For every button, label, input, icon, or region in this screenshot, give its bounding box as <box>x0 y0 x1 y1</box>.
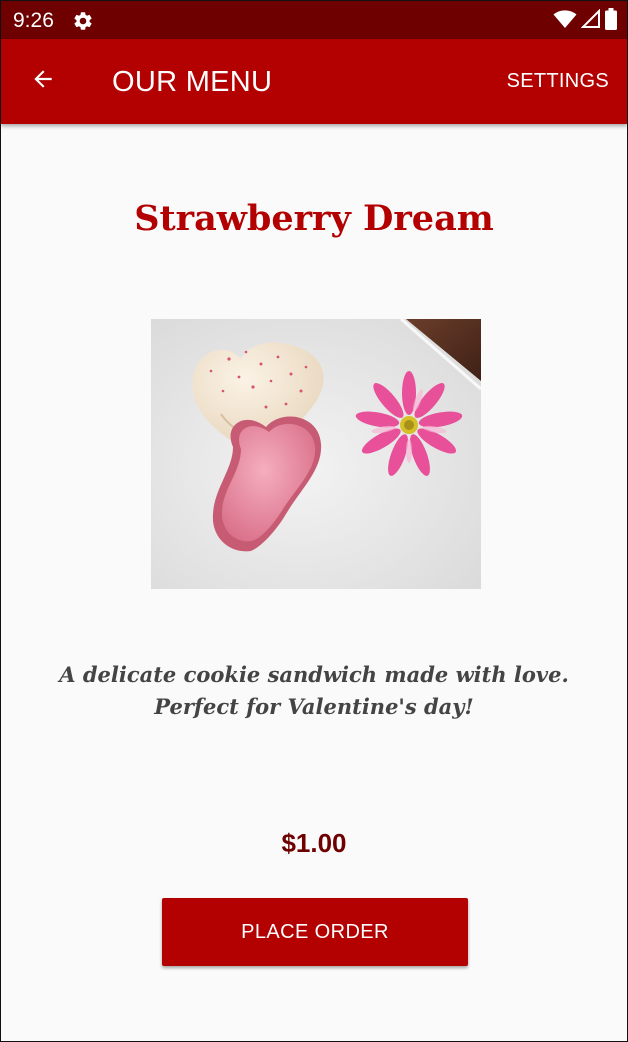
product-title: Strawberry Dream <box>134 198 494 239</box>
signal-icon <box>580 8 601 34</box>
gear-icon <box>72 10 94 32</box>
wifi-icon <box>553 9 577 34</box>
battery-icon <box>605 7 617 35</box>
status-bar: 9:26 <box>1 1 627 39</box>
place-order-button[interactable]: PLACE ORDER <box>162 898 468 966</box>
settings-button[interactable]: SETTINGS <box>507 69 609 93</box>
product-image <box>151 319 481 589</box>
status-time: 9:26 <box>13 9 54 32</box>
description-line-2: Perfect for Valentine's day! <box>154 694 474 719</box>
product-description: A delicate cookie sandwich made with lov… <box>1 659 627 723</box>
page-title: OUR MENU <box>112 66 273 98</box>
status-icons <box>553 7 617 35</box>
arrow-back-icon <box>30 66 56 97</box>
description-line-1: A delicate cookie sandwich made with lov… <box>59 662 569 687</box>
product-price: $1.00 <box>281 828 347 858</box>
back-button[interactable] <box>21 59 65 103</box>
app-screen: 9:26 OUR MENU SETTINGS Strawberry Dream … <box>0 0 628 1042</box>
app-bar: OUR MENU SETTINGS <box>1 39 627 124</box>
